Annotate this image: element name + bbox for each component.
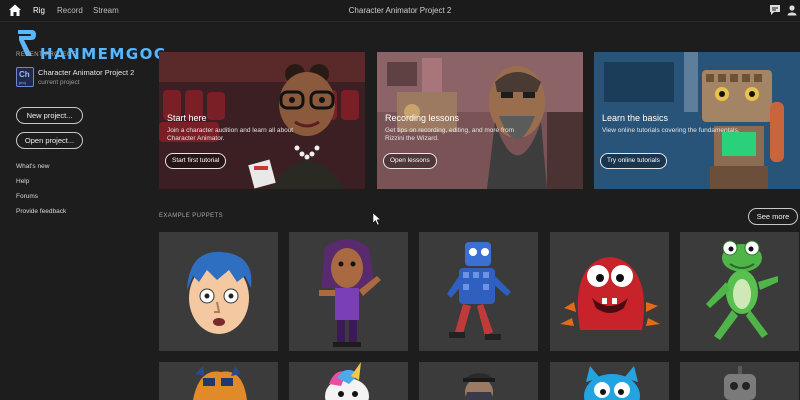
man-with-hat-icon — [463, 373, 495, 400]
mouse-cursor-icon — [373, 213, 381, 225]
card-recording-lessons-title: Recording lessons — [385, 113, 460, 123]
nav-rig[interactable]: Rig — [33, 6, 45, 15]
user-icon[interactable] — [786, 4, 798, 16]
card-start-here-description: Join a character audition and learn all … — [167, 127, 294, 142]
home-icon[interactable] — [8, 3, 22, 17]
nav-stream[interactable]: Stream — [93, 6, 119, 15]
project-icon-label: Ch — [19, 70, 30, 79]
recent-projects-header: RECENT PROJECT — [16, 52, 76, 58]
card-learn-basics-description: View online tutorials covering the funda… — [602, 127, 740, 134]
puppet-tile-row2-1[interactable] — [159, 362, 278, 400]
puppet-tile-blue-hair-guy[interactable] — [159, 232, 278, 351]
link-forums[interactable]: Forums — [16, 193, 38, 200]
puppet-tile-row2-2[interactable] — [289, 362, 408, 400]
project-file-icon[interactable]: Ch proj — [16, 67, 34, 87]
open-project-button[interactable]: Open project... — [16, 132, 83, 149]
card-recording-lessons[interactable]: Recording lessons Get tips on recording,… — [377, 52, 583, 189]
try-online-tutorials-button[interactable]: Try online tutorials — [600, 153, 667, 169]
puppet-tile-row2-5[interactable] — [680, 362, 799, 400]
unicorn-icon — [325, 362, 369, 400]
project-icon-ext: proj — [19, 80, 26, 85]
top-bar: Rig Record Stream Character Animator Pro… — [0, 0, 800, 22]
gray-robot-icon — [724, 366, 756, 400]
puppet-tile-row2-4[interactable] — [550, 362, 669, 400]
see-more-button[interactable]: See more — [748, 208, 798, 225]
window-title: Character Animator Project 2 — [348, 6, 452, 15]
puppet-tile-purple-girl[interactable] — [289, 232, 408, 351]
puppet-tile-green-frog[interactable] — [680, 232, 799, 351]
link-provide-feedback[interactable]: Provide feedback — [16, 208, 66, 215]
example-puppets-label: EXAMPLE PUPPETS — [159, 213, 224, 219]
card-learn-basics-title: Learn the basics — [602, 113, 669, 123]
card-recording-lessons-description: Get tips on recording, editing, and more… — [385, 127, 514, 142]
card-start-here-title: Start here — [167, 113, 207, 123]
puppet-tile-blue-robot[interactable] — [419, 232, 538, 351]
open-lessons-button[interactable]: Open lessons — [383, 153, 437, 169]
new-project-button[interactable]: New project... — [16, 107, 83, 124]
start-first-tutorial-button[interactable]: Start first tutorial — [165, 153, 227, 169]
orange-creature-icon — [193, 366, 247, 400]
puppet-tile-row2-3[interactable] — [419, 362, 538, 400]
blue-hair-guy-icon — [187, 251, 252, 334]
link-whats-new[interactable]: What's new — [16, 163, 49, 170]
card-learn-basics[interactable]: Learn the basics View online tutorials c… — [594, 52, 800, 189]
recent-project-name[interactable]: Character Animator Project 2 — [38, 68, 134, 77]
link-help[interactable]: Help — [16, 178, 29, 185]
card-start-here[interactable]: Start here Join a character audition and… — [159, 52, 365, 189]
puppet-tile-red-monster[interactable] — [550, 232, 669, 351]
nav-record[interactable]: Record — [57, 6, 83, 15]
purple-girl-icon — [319, 239, 381, 347]
blue-robot-icon — [447, 242, 511, 340]
green-frog-icon — [706, 240, 778, 340]
blue-furry-icon — [584, 366, 640, 400]
red-monster-icon — [560, 257, 660, 330]
chat-icon[interactable] — [769, 4, 781, 16]
recent-project-subtitle: current project — [38, 79, 80, 86]
